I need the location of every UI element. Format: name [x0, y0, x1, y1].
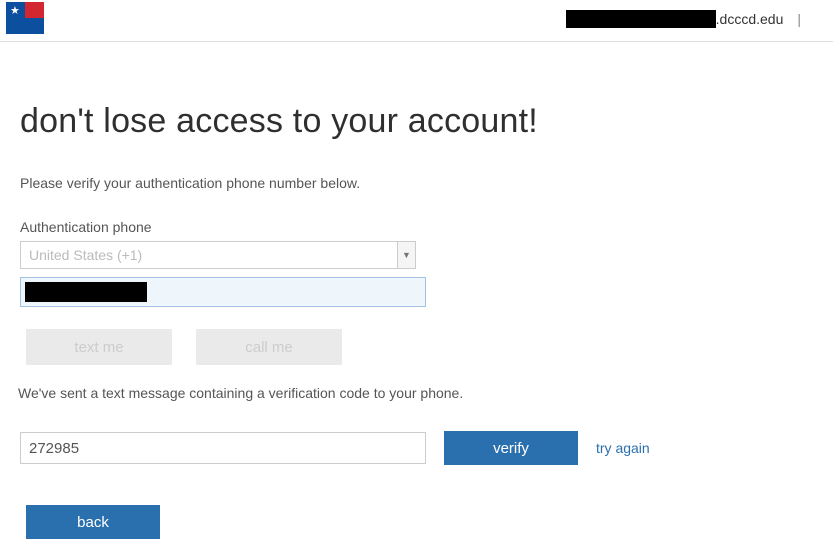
- contact-method-row: text me call me: [26, 329, 813, 365]
- user-email-redacted: [566, 10, 716, 28]
- country-code-select[interactable]: United States (+1) ▼: [20, 241, 416, 269]
- try-again-link[interactable]: try again: [596, 440, 650, 456]
- verification-code-input[interactable]: [20, 432, 426, 464]
- user-info: .dcccd.edu |: [566, 0, 815, 28]
- main-content: don't lose access to your account! Pleas…: [0, 42, 833, 539]
- user-domain-suffix: .dcccd.edu: [716, 11, 784, 27]
- call-me-button[interactable]: call me: [196, 329, 342, 365]
- star-icon: ★: [10, 4, 20, 17]
- page-header: ★ .dcccd.edu |: [0, 0, 833, 42]
- header-divider: |: [797, 11, 801, 27]
- verify-button[interactable]: verify: [444, 431, 578, 465]
- page-title: don't lose access to your account!: [20, 102, 813, 141]
- back-button[interactable]: back: [26, 505, 160, 539]
- chevron-down-icon: ▼: [397, 242, 415, 268]
- country-select-value: United States (+1): [21, 247, 397, 263]
- org-logo: ★: [6, 2, 44, 34]
- phone-value-redacted: [25, 282, 147, 302]
- phone-number-input[interactable]: [20, 277, 426, 307]
- auth-phone-label: Authentication phone: [20, 219, 813, 235]
- sent-confirmation-text: We've sent a text message containing a v…: [18, 385, 813, 401]
- instruction-text: Please verify your authentication phone …: [20, 175, 813, 191]
- text-me-button[interactable]: text me: [26, 329, 172, 365]
- verify-row: verify try again: [20, 431, 813, 465]
